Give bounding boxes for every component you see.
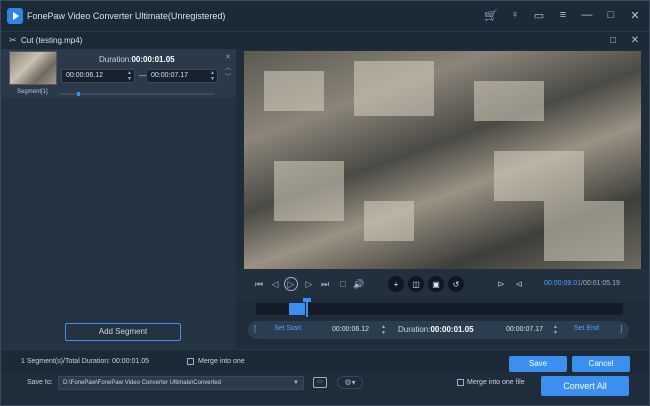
- key-icon[interactable]: ♀: [507, 7, 523, 23]
- folder-icon[interactable]: ▭: [313, 377, 327, 388]
- merge-into-one-checkbox[interactable]: [187, 358, 194, 365]
- segment-delete-icon[interactable]: ✕: [223, 53, 233, 63]
- convert-all-button[interactable]: Convert All: [541, 376, 629, 396]
- edit-start-time[interactable]: 00:00:06.12: [332, 326, 369, 333]
- merge-into-one-label: Merge into one: [198, 358, 245, 365]
- edit-duration-value: 00:00:01.05: [430, 325, 474, 334]
- current-time: 00:00:09.01: [544, 280, 581, 287]
- segment-panel: Segment[1] Duration:00:00:01.05 00:00:06…: [1, 49, 236, 349]
- segment-duration-value: 00:00:01.05: [131, 55, 175, 64]
- reset-icon[interactable]: ↺: [448, 276, 464, 292]
- cut-maximize-icon[interactable]: □: [607, 34, 619, 46]
- scissors-icon: ✂: [9, 35, 17, 45]
- segment-position-marker: [77, 92, 80, 96]
- segment-end-field[interactable]: 00:00:07.17 ▲ ▼: [146, 69, 218, 83]
- segment-start-field[interactable]: 00:00:06.12 ▲ ▼: [61, 69, 135, 83]
- chevron-down-icon: ▼: [293, 380, 299, 386]
- stop-icon[interactable]: □: [336, 277, 350, 291]
- add-marker-icon[interactable]: +: [388, 276, 404, 292]
- play-icon[interactable]: ▷: [284, 277, 298, 291]
- title-bar: FonePaw Video Converter Ultimate(Unregis…: [1, 1, 649, 31]
- chat-icon[interactable]: ▭: [531, 7, 547, 23]
- close-icon[interactable]: ✕: [627, 7, 643, 23]
- cut-close-icon[interactable]: ✕: [629, 34, 641, 46]
- merge-into-one-file-checkbox[interactable]: [457, 379, 464, 386]
- menu-icon[interactable]: ≡: [555, 7, 571, 23]
- edit-end-stepper[interactable]: ▲ ▼: [553, 324, 558, 336]
- segment-duration: Duration:00:00:01.05: [99, 55, 175, 64]
- save-to-label: Save to:: [27, 379, 53, 386]
- cut-window-controls: □ ✕: [607, 34, 641, 46]
- cut-window-title: Cut (testing.mp4): [21, 36, 83, 45]
- segment-up-icon[interactable]: ︿: [223, 63, 233, 73]
- merge-into-one-file-label: Merge into one file: [467, 379, 525, 386]
- total-time: 00:01:05.19: [582, 280, 620, 287]
- start-bracket-icon: [: [254, 324, 257, 333]
- app-logo-icon: [7, 8, 23, 24]
- segment-thumbnail: [9, 51, 57, 85]
- cut-footer: 1 Segment(s)/Total Duration: 00:00:01.05…: [1, 349, 649, 373]
- edit-bar: [ Set Start 00:00:06.12 ▲ ▼ Duration:00:0…: [248, 321, 629, 339]
- app-title: FonePaw Video Converter Ultimate(Unregis…: [27, 11, 226, 21]
- copy-icon[interactable]: ▣: [428, 276, 444, 292]
- titlebar-icons: 🛒 ♀ ▭ ≡ — □ ✕: [483, 7, 643, 23]
- step-back-icon[interactable]: ◁: [268, 277, 282, 291]
- jump-end-icon[interactable]: ⊲: [512, 277, 526, 291]
- skip-start-icon[interactable]: ⏮: [252, 277, 266, 291]
- time-readout: 00:00:09.01/00:01:05.19: [544, 280, 620, 287]
- timeline-selection[interactable]: [289, 303, 305, 315]
- segment-label: Segment[1]: [17, 89, 48, 95]
- jump-start-icon[interactable]: ⊳: [494, 277, 508, 291]
- edit-duration: Duration:00:00:01.05: [398, 325, 474, 334]
- volume-icon[interactable]: 🔊: [352, 277, 366, 291]
- cart-icon[interactable]: 🛒: [483, 7, 499, 23]
- skip-end-icon[interactable]: ⏭: [318, 277, 332, 291]
- main-footer: Save to: D:\FonePaw\FonePaw Video Conver…: [1, 373, 649, 405]
- segment-duration-label: Duration:: [99, 55, 132, 64]
- video-preview: [244, 51, 641, 269]
- segment-end-stepper[interactable]: ▲ ▼: [210, 70, 215, 82]
- set-end-button[interactable]: Set End: [574, 325, 599, 332]
- minimize-icon[interactable]: —: [579, 7, 595, 23]
- maximize-icon[interactable]: □: [603, 7, 619, 23]
- end-bracket-icon: ]: [620, 324, 623, 333]
- cancel-button[interactable]: Cancel: [572, 356, 630, 372]
- edit-duration-label: Duration:: [398, 325, 431, 334]
- split-icon[interactable]: ◫: [408, 276, 424, 292]
- cut-window-bar: ✂ Cut (testing.mp4) □ ✕: [1, 31, 649, 49]
- segment-down-icon[interactable]: ﹀: [223, 73, 233, 83]
- segment-end-value: 00:00:07.17: [151, 72, 188, 79]
- total-duration-text: 1 Segment(s)/Total Duration: 00:00:01.05: [21, 358, 150, 365]
- playhead[interactable]: [306, 299, 308, 317]
- save-button[interactable]: Save: [509, 356, 567, 372]
- app-window: FonePaw Video Converter Ultimate(Unregis…: [0, 0, 650, 406]
- edit-end-time[interactable]: 00:00:07.17: [506, 326, 543, 333]
- add-segment-button[interactable]: Add Segment: [65, 323, 181, 341]
- segment-row[interactable]: Segment[1] Duration:00:00:01.05 00:00:06…: [1, 49, 236, 97]
- segment-position-bar: [59, 92, 214, 96]
- save-path-dropdown[interactable]: D:\FonePaw\FonePaw Video Converter Ultim…: [58, 376, 304, 390]
- player-controls: ⏮ ◁ ▷ ▷ ⏭ □ 🔊 + ◫ ▣ ↺ ⊳ ⊲ 00:00:09.01/00…: [236, 269, 649, 299]
- timeline-track[interactable]: [256, 298, 623, 317]
- gear-icon[interactable]: ⚙▾: [337, 376, 363, 389]
- set-start-button[interactable]: Set Start: [274, 325, 301, 332]
- step-forward-icon[interactable]: ▷: [302, 277, 316, 291]
- segment-side-controls: ✕ ︿ ﹀: [223, 53, 233, 83]
- segment-start-stepper[interactable]: ▲ ▼: [127, 70, 132, 82]
- segment-start-value: 00:00:06.12: [66, 72, 103, 79]
- edit-start-stepper[interactable]: ▲ ▼: [381, 324, 386, 336]
- save-path-value: D:\FonePaw\FonePaw Video Converter Ultim…: [63, 380, 221, 386]
